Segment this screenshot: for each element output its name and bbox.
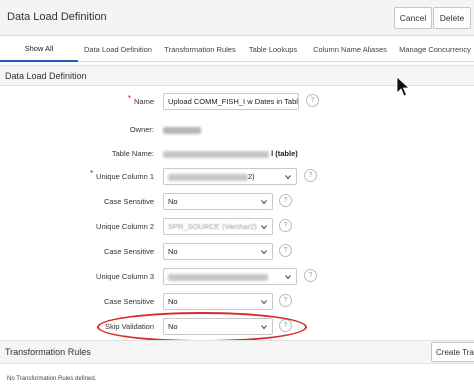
delete-button[interactable]: Delete (433, 7, 471, 29)
help-icon[interactable]: ? (304, 269, 317, 282)
required-marker: * (90, 169, 94, 178)
case-sensitive-2-row: Case Sensitive No ? (0, 243, 474, 263)
page-header: Data Load Definition Cancel Delete (0, 0, 474, 36)
help-icon[interactable]: ? (279, 294, 292, 307)
chevron-down-icon (261, 200, 267, 205)
unique-column-1-select[interactable]: 2) (163, 168, 297, 185)
case-sensitive-3-select[interactable]: No (163, 293, 273, 310)
chevron-down-icon (261, 225, 267, 230)
name-label: * Name (127, 94, 154, 106)
skip-validation-select[interactable]: No (163, 318, 273, 335)
skip-validation-row: Skip Validation No ? (0, 318, 474, 338)
name-input[interactable]: Upload COMM_FISH_I w Dates in Table (163, 93, 299, 110)
table-name-value: l (table) (163, 149, 298, 158)
table-name-row: Table Name: l (table) (0, 145, 474, 165)
chevron-down-icon (261, 300, 267, 305)
unique-column-1-row: * Unique Column 1 2) ? (0, 168, 474, 188)
unique-column-3-label: Unique Column 3 (96, 272, 154, 281)
owner-row: Owner: (0, 121, 474, 141)
help-icon[interactable]: ? (304, 169, 317, 182)
tab-data-load-definition[interactable]: Data Load Definition (78, 36, 158, 62)
empty-message: No Transformation Rules defined. (7, 376, 97, 382)
case-sensitive-3-label: Case Sensitive (103, 297, 154, 306)
case-sensitive-1-label: Case Sensitive (103, 197, 154, 206)
chevron-down-icon (261, 325, 267, 330)
tab-table-lookups[interactable]: Table Lookups (242, 36, 304, 62)
help-icon[interactable]: ? (279, 244, 292, 257)
tab-manage-concurrency[interactable]: Manage Concurrency (396, 36, 474, 62)
unique-column-1-label: * Unique Column 1 (90, 169, 154, 181)
create-transformation-button[interactable]: Create Tra (431, 342, 474, 362)
chevron-down-icon (285, 275, 291, 280)
chevron-down-icon (261, 250, 267, 255)
case-sensitive-2-select[interactable]: No (163, 243, 273, 260)
unique-column-3-row: Unique Column 3 ? (0, 268, 474, 288)
help-icon[interactable]: ? (306, 94, 319, 107)
tab-show-all[interactable]: Show All (0, 36, 78, 62)
help-icon[interactable]: ? (279, 219, 292, 232)
required-marker: * (127, 94, 132, 103)
page-title: Data Load Definition (7, 11, 107, 23)
unique-column-2-select[interactable]: SPR_SOURCE (Varchar2) (163, 218, 273, 235)
case-sensitive-1-row: Case Sensitive No ? (0, 193, 474, 213)
region-tabs: Show All Data Load Definition Transforma… (0, 36, 474, 62)
cancel-button[interactable]: Cancel (394, 7, 432, 29)
unique-column-3-select[interactable] (163, 268, 297, 285)
definition-region-title: Data Load Definition (5, 71, 87, 81)
help-icon[interactable]: ? (279, 319, 292, 332)
mouse-cursor-icon (396, 76, 410, 97)
table-name-label: Table Name: (111, 149, 154, 158)
help-icon[interactable]: ? (279, 194, 292, 207)
unique-column-2-label: Unique Column 2 (96, 222, 154, 231)
chevron-down-icon (285, 175, 291, 180)
tab-transformation-rules[interactable]: Transformation Rules (158, 36, 242, 62)
case-sensitive-3-row: Case Sensitive No ? (0, 293, 474, 313)
case-sensitive-2-label: Case Sensitive (103, 247, 154, 256)
tab-column-name-aliases[interactable]: Column Name Aliases (304, 36, 396, 62)
transformation-region-header: Transformation Rules (0, 340, 474, 364)
skip-validation-label: Skip Validation (104, 322, 154, 331)
unique-column-2-row: Unique Column 2 SPR_SOURCE (Varchar2) ? (0, 218, 474, 238)
owner-label: Owner: (129, 125, 154, 134)
owner-value (163, 125, 201, 134)
case-sensitive-1-select[interactable]: No (163, 193, 273, 210)
transformation-region-title: Transformation Rules (5, 347, 91, 357)
